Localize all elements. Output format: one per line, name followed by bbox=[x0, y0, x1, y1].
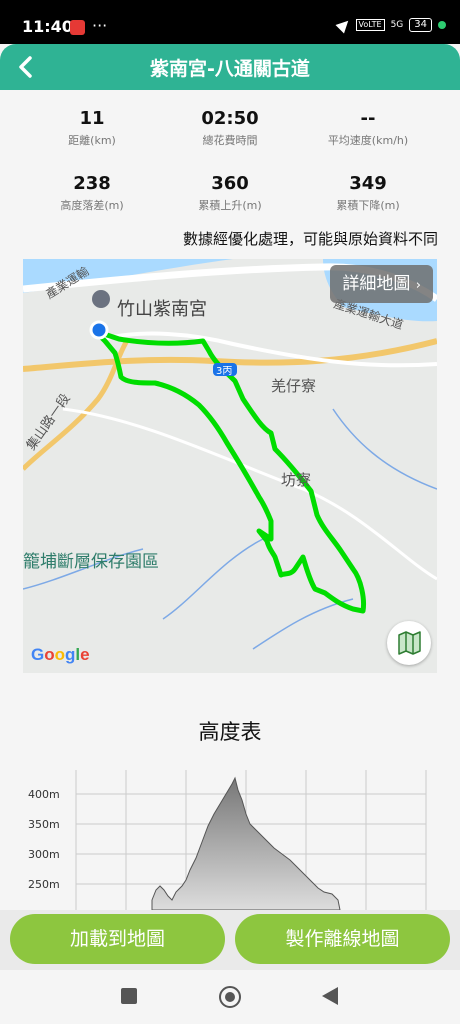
stat-value: -- bbox=[360, 108, 376, 129]
load-to-map-button[interactable]: 加載到地圖 bbox=[10, 914, 225, 964]
recents-icon[interactable] bbox=[121, 988, 137, 1004]
stream bbox=[332, 408, 437, 490]
map-canvas: 竹山紫南宮 產業運輸 產業運輸大道 集山路一段 3丙 羌仔寮 坊寮 籠埔斷層保存… bbox=[23, 259, 437, 650]
stat-label: 累積下降(m) bbox=[336, 199, 400, 212]
map-label-poi: 竹山紫南宮 bbox=[117, 299, 207, 320]
stat-total-ascent: 360 累積上升(m) bbox=[160, 173, 300, 213]
map-label-park: 籠埔斷層保存園區 bbox=[23, 551, 159, 572]
chevron-right-icon: › bbox=[415, 278, 421, 293]
stat-value: 02:50 bbox=[201, 108, 259, 129]
detail-map-label: 詳細地圖 bbox=[342, 274, 411, 294]
app-header: 紫南宮-八通關古道 bbox=[0, 44, 460, 90]
map-label-route-no: 3丙 bbox=[216, 366, 232, 377]
poi-marker-icon bbox=[92, 290, 110, 308]
detail-map-button[interactable]: 詳細地圖 › bbox=[330, 265, 433, 303]
stream bbox=[252, 598, 354, 650]
folded-map-icon bbox=[398, 631, 421, 655]
home-icon[interactable] bbox=[219, 986, 241, 1008]
page-title: 紫南宮-八通關古道 bbox=[150, 58, 310, 80]
make-offline-map-button[interactable]: 製作離線地圖 bbox=[235, 914, 450, 964]
battery-icon: 34 bbox=[409, 18, 432, 32]
stat-label: 總花費時間 bbox=[202, 134, 258, 147]
stat-value: 360 bbox=[211, 173, 249, 194]
stat-total-descent: 349 累積下降(m) bbox=[298, 173, 438, 213]
status-time: 11:40 bbox=[22, 17, 73, 36]
optimization-note: 數據經優化處理，可能與原始資料不同 bbox=[182, 230, 438, 248]
stat-elevation-diff: 238 高度落差(m) bbox=[22, 173, 162, 213]
stat-label: 高度落差(m) bbox=[60, 199, 124, 212]
elevation-title: 高度表 bbox=[198, 720, 262, 744]
privacy-indicator-icon bbox=[438, 21, 446, 29]
volte-icon: VoLTE bbox=[355, 19, 385, 31]
elevation-chart: 400m 350m 300m 250m bbox=[28, 770, 427, 910]
stat-avg-speed: -- 平均速度(km/h) bbox=[298, 108, 438, 148]
notification-app-icon bbox=[70, 20, 85, 35]
stat-value: 238 bbox=[73, 173, 111, 194]
location-arrow-icon bbox=[335, 16, 353, 34]
stat-label: 平均速度(km/h) bbox=[327, 134, 409, 147]
map-layer-button[interactable] bbox=[387, 621, 431, 665]
stat-label: 累積上升(m) bbox=[198, 199, 262, 212]
stat-distance: 11 距離(km) bbox=[22, 108, 162, 148]
y-tick-label: 350m bbox=[28, 818, 60, 831]
google-logo: Google bbox=[31, 645, 90, 664]
map-label-village1: 羌仔寮 bbox=[271, 377, 316, 395]
system-nav-bar bbox=[0, 970, 460, 1024]
y-tick-label: 400m bbox=[28, 788, 60, 801]
status-bar: 11:40 ··· VoLTE 5G 34 bbox=[0, 0, 460, 44]
map-label-village2: 坊寮 bbox=[281, 471, 311, 489]
stat-label: 距離(km) bbox=[68, 134, 116, 147]
trip-summary: 11 距離(km) 02:50 總花費時間 -- 平均速度(km/h) 238 … bbox=[0, 90, 460, 910]
back-icon[interactable] bbox=[322, 987, 338, 1005]
stream bbox=[162, 538, 264, 620]
stat-total-time: 02:50 總花費時間 bbox=[160, 108, 300, 148]
more-notifications-icon: ··· bbox=[92, 16, 108, 35]
signal-5g-icon: 5G bbox=[390, 19, 404, 30]
current-location-dot bbox=[89, 320, 109, 340]
action-bar: 加載到地圖 製作離線地圖 bbox=[0, 910, 460, 970]
stat-value: 11 bbox=[79, 108, 105, 129]
y-tick-label: 300m bbox=[28, 848, 60, 861]
stat-value: 349 bbox=[349, 173, 387, 194]
route-map[interactable]: 竹山紫南宮 產業運輸 產業運輸大道 集山路一段 3丙 羌仔寮 坊寮 籠埔斷層保存… bbox=[23, 259, 437, 673]
y-tick-label: 250m bbox=[28, 878, 60, 891]
